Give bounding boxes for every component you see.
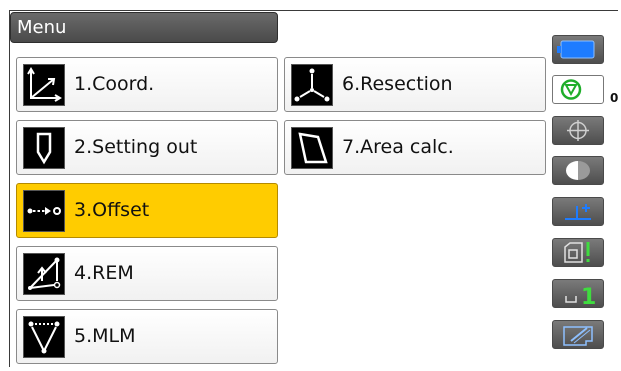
tilt-half-icon[interactable] — [552, 156, 604, 185]
menu-item-label: 2.Setting out — [74, 136, 198, 158]
battery-icon[interactable] — [552, 35, 604, 64]
menu-item-mlm[interactable]: 5.MLM — [16, 309, 278, 364]
rem-icon — [23, 253, 65, 295]
record-icon[interactable] — [552, 238, 604, 267]
coordinate-axes-icon — [23, 64, 65, 106]
menu-item-label: 1.Coord. — [74, 73, 155, 95]
softkey-page-icon[interactable]: 1 — [552, 279, 604, 308]
edit-icon[interactable] — [552, 320, 604, 349]
status-bar: 0 1 — [550, 35, 621, 355]
softkey-page-number: 1 — [581, 285, 596, 307]
laser-plummet-icon[interactable] — [552, 116, 604, 145]
menu-item-label: 6.Resection — [342, 73, 453, 95]
menu-item-setting-out[interactable]: 2.Setting out — [16, 120, 278, 175]
menu-item-rem[interactable]: 4.REM — [16, 246, 278, 301]
menu-item-resection[interactable]: 6.Resection — [284, 57, 546, 112]
area-calc-icon — [291, 127, 333, 169]
menu-item-area-calc[interactable]: 7.Area calc. — [284, 120, 546, 175]
page-title: Menu — [10, 12, 278, 43]
menu-item-label: 7.Area calc. — [342, 136, 454, 158]
offset-icon — [23, 190, 65, 232]
menu-item-label: 3.Offset — [74, 199, 150, 221]
menu-item-label: 5.MLM — [74, 325, 136, 347]
menu-item-offset[interactable]: 3.Offset — [16, 183, 278, 238]
resection-icon — [291, 64, 333, 106]
prism-target-icon[interactable] — [552, 75, 604, 104]
menu-item-label: 4.REM — [74, 262, 134, 284]
prism-constant: 0 — [610, 91, 619, 105]
menu-item-coord[interactable]: 1.Coord. — [16, 57, 278, 112]
stake-out-icon — [23, 127, 65, 169]
mlm-icon — [23, 316, 65, 358]
input-mode-icon[interactable] — [552, 197, 604, 226]
